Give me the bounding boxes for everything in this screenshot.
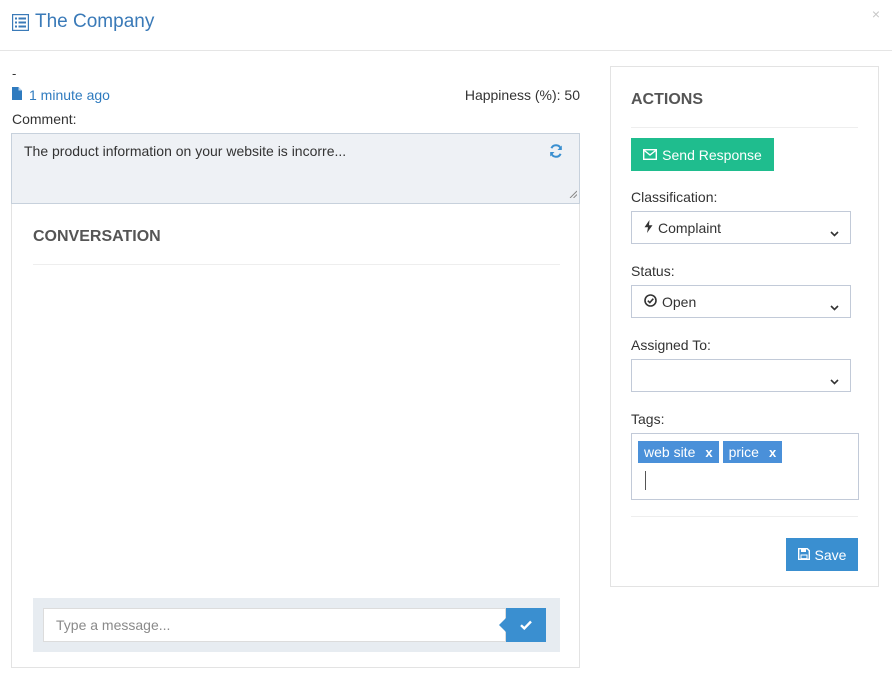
modal-header: The Company × bbox=[0, 0, 892, 51]
bolt-icon bbox=[644, 219, 653, 236]
floppy-disk-icon bbox=[797, 547, 810, 563]
time-ago-text: 1 minute ago bbox=[29, 87, 110, 103]
file-icon bbox=[12, 87, 22, 103]
list-icon bbox=[12, 13, 29, 31]
comment-textarea[interactable]: The product information on your website … bbox=[11, 133, 580, 204]
tag-remove-icon[interactable]: x bbox=[705, 445, 712, 460]
divider bbox=[631, 516, 858, 517]
send-response-button[interactable]: Send Response bbox=[631, 138, 774, 171]
status-label: Status: bbox=[631, 263, 675, 279]
record-dash: - bbox=[12, 66, 17, 81]
resize-grip-icon[interactable] bbox=[569, 185, 578, 201]
check-circle-icon bbox=[644, 293, 657, 310]
chevron-down-icon bbox=[830, 372, 839, 388]
tag-label: price bbox=[728, 444, 759, 460]
close-icon[interactable]: × bbox=[872, 6, 880, 22]
comment-label: Comment: bbox=[12, 111, 77, 127]
time-link[interactable]: 1 minute ago bbox=[12, 87, 110, 103]
status-select[interactable]: Open bbox=[631, 285, 851, 318]
chevron-down-icon bbox=[830, 298, 839, 314]
message-composer bbox=[33, 598, 560, 652]
divider bbox=[631, 127, 858, 128]
conversation-panel: CONVERSATION bbox=[11, 204, 580, 668]
tag-remove-icon[interactable]: x bbox=[769, 445, 776, 460]
modal-title-text: The Company bbox=[35, 11, 155, 32]
envelope-icon bbox=[643, 147, 658, 163]
classification-value: Complaint bbox=[658, 219, 722, 236]
classification-select[interactable]: Complaint bbox=[631, 211, 851, 244]
classification-label: Classification: bbox=[631, 189, 718, 205]
tags-label: Tags: bbox=[631, 411, 665, 427]
save-label: Save bbox=[814, 546, 847, 563]
save-button[interactable]: Save bbox=[786, 538, 858, 571]
divider bbox=[33, 264, 560, 265]
send-response-label: Send Response bbox=[662, 146, 762, 163]
conversation-title: CONVERSATION bbox=[33, 228, 161, 245]
text-cursor bbox=[645, 471, 646, 490]
modal-title: The Company bbox=[12, 11, 154, 33]
happiness-value: Happiness (%): 50 bbox=[464, 87, 580, 103]
tags-input[interactable]: web site x price x bbox=[631, 433, 859, 500]
comment-text: The product information on your website … bbox=[24, 143, 347, 159]
refresh-icon[interactable] bbox=[549, 144, 563, 161]
tag-chip: price x bbox=[722, 441, 783, 463]
assigned-to-label: Assigned To: bbox=[631, 337, 711, 353]
tag-label: web site bbox=[644, 444, 696, 460]
status-value: Open bbox=[662, 293, 697, 310]
actions-title: ACTIONS bbox=[631, 91, 703, 108]
check-icon bbox=[520, 618, 532, 633]
message-input[interactable] bbox=[43, 608, 506, 642]
tag-chip: web site x bbox=[638, 441, 719, 463]
actions-panel: ACTIONS Send Response Classification: Co… bbox=[610, 66, 879, 587]
send-message-button[interactable] bbox=[499, 608, 546, 642]
assigned-to-select[interactable] bbox=[631, 359, 851, 392]
chevron-down-icon bbox=[830, 224, 839, 240]
